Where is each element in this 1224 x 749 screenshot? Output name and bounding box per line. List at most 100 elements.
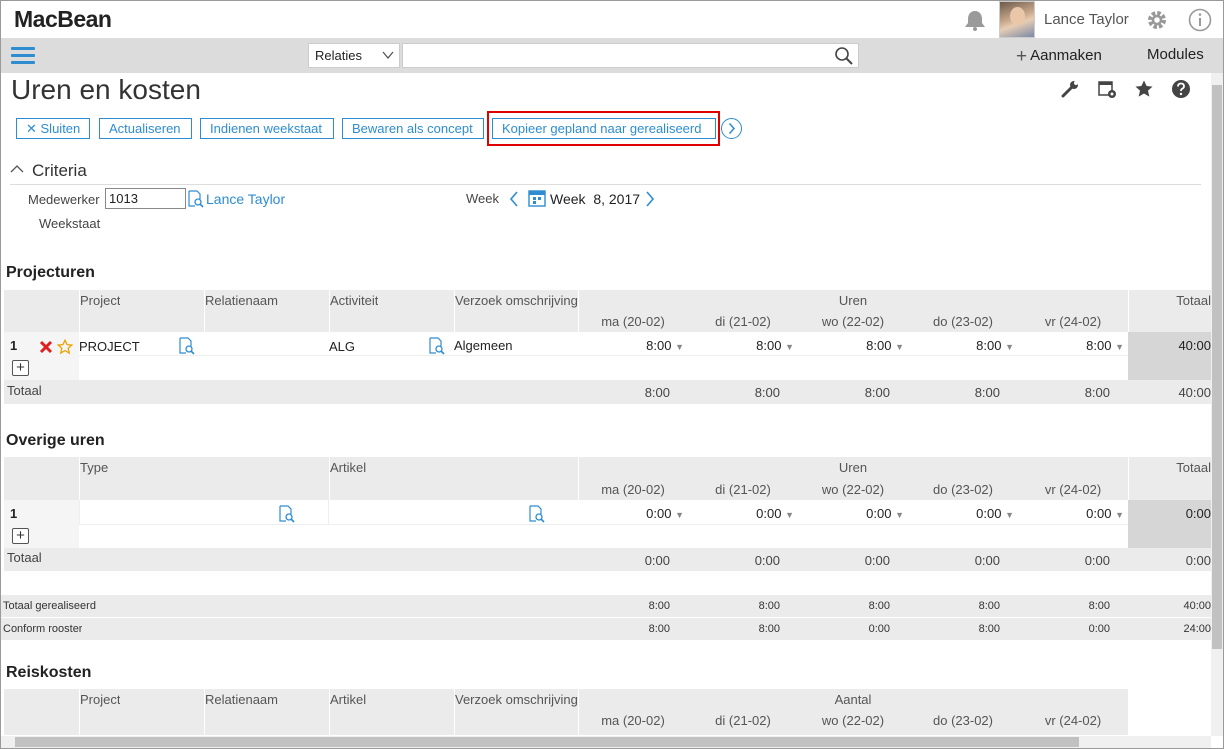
realized-day-5: 8:00 (1088, 600, 1110, 612)
search-scope-select[interactable]: Relaties (308, 43, 400, 68)
total-day-2: 8:00 (754, 385, 780, 400)
avatar[interactable] (999, 1, 1035, 38)
plus-icon: + (1016, 46, 1028, 67)
wrench-icon[interactable] (1060, 79, 1080, 99)
col-day-3: wo (22-02) (821, 713, 885, 728)
roster-day-5: 0:00 (1088, 623, 1110, 635)
scroll-thumb[interactable] (15, 737, 1079, 747)
search-input[interactable] (402, 43, 859, 68)
bell-icon[interactable] (963, 9, 987, 31)
hours-day-4[interactable]: 8:00 ▼ (908, 338, 1014, 353)
lookup-icon[interactable] (187, 190, 205, 208)
submit-weekstate-button[interactable]: Indienen weekstaat (200, 118, 334, 139)
hours-day-3[interactable]: 8:00 ▼ (798, 338, 904, 353)
lookup-icon[interactable] (528, 505, 546, 523)
save-draft-button[interactable]: Bewaren als concept (342, 118, 484, 139)
criteria-section-toggle[interactable]: Criteria (10, 161, 87, 181)
week-value: Week 8, 2017 (550, 191, 641, 207)
create-button[interactable]: + Aanmaken (1016, 46, 1102, 68)
lookup-icon[interactable] (278, 505, 296, 523)
add-row-button[interactable]: + (12, 528, 29, 544)
total-day-3: 0:00 (864, 553, 890, 568)
total-label: Totaal (7, 550, 42, 565)
col-day-1: ma (20-02) (601, 713, 665, 728)
weekstate-label: Weekstaat (39, 216, 101, 231)
criteria-title: Criteria (32, 161, 87, 180)
total-week: 0:00 (1185, 553, 1211, 568)
roster-label: Conform rooster (3, 623, 83, 635)
add-row-button[interactable]: + (12, 360, 29, 376)
chevron-left-icon[interactable] (507, 190, 521, 208)
col-relation: Relatienaam (205, 692, 278, 707)
hours-day-1[interactable]: 0:00 ▼ (578, 506, 684, 521)
roster-day-4: 8:00 (978, 623, 1000, 635)
col-relation: Relatienaam (205, 293, 278, 308)
chevron-right-icon (728, 122, 736, 135)
col-day-5: vr (24-02) (1044, 482, 1102, 497)
col-type: Type (80, 460, 109, 475)
close-button[interactable]: ✕ Sluiten (16, 118, 90, 139)
col-day-2: di (21-02) (715, 713, 771, 728)
scroll-thumb[interactable] (1212, 85, 1222, 649)
col-day-4: do (23-02) (933, 314, 993, 329)
app-logo[interactable]: MacBean (14, 6, 112, 33)
hours-day-4[interactable]: 0:00 ▼ (908, 506, 1014, 521)
divider (10, 184, 1201, 185)
menu-icon[interactable] (11, 47, 35, 65)
row-number: 1 (10, 506, 18, 521)
total-day-4: 0:00 (974, 553, 1000, 568)
help-icon[interactable] (1171, 79, 1191, 99)
realized-total: 40:00 (1183, 600, 1211, 612)
roster-total: 24:00 (1183, 623, 1211, 635)
col-amount: Aantal (834, 692, 872, 707)
col-article: Artikel (330, 460, 367, 475)
employee-label: Medewerker (28, 192, 100, 207)
user-name[interactable]: Lance Taylor (1044, 11, 1129, 28)
roster-day-1: 8:00 (648, 623, 670, 635)
horizontal-scrollbar[interactable] (1, 736, 1211, 748)
lookup-icon[interactable] (428, 337, 446, 355)
project-field[interactable]: PROJECT (79, 339, 140, 354)
realized-label: Totaal gerealiseerd (3, 600, 96, 612)
chevron-right-icon[interactable] (643, 190, 657, 208)
star-outline-icon[interactable] (57, 339, 73, 355)
gear-icon[interactable] (1145, 8, 1169, 32)
info-icon[interactable] (1188, 8, 1212, 32)
employee-name-link[interactable]: Lance Taylor (206, 191, 285, 207)
realized-day-2: 8:00 (758, 600, 780, 612)
refresh-button[interactable]: Actualiseren (99, 118, 192, 139)
delete-icon[interactable] (39, 340, 53, 354)
hours-day-5[interactable]: 8:00 ▼ (1018, 338, 1124, 353)
lookup-icon[interactable] (178, 337, 196, 355)
col-day-2: di (21-02) (715, 482, 771, 497)
modules-button[interactable]: Modules (1147, 46, 1204, 63)
search-icon[interactable] (834, 46, 854, 66)
col-total: Totaal (1176, 293, 1211, 308)
hours-day-2[interactable]: 0:00 ▼ (688, 506, 794, 521)
calendar-settings-icon[interactable] (1097, 79, 1117, 99)
total-day-2: 0:00 (754, 553, 780, 568)
row-total: 40:00 (1178, 338, 1211, 353)
highlight-box (487, 111, 720, 146)
col-activity: Activiteit (330, 293, 379, 308)
hours-day-5[interactable]: 0:00 ▼ (1018, 506, 1124, 521)
chevron-down-icon (382, 51, 394, 60)
activity-field[interactable]: ALG (329, 339, 355, 354)
page-title: Uren en kosten (11, 74, 201, 105)
more-buttons[interactable] (721, 118, 742, 139)
projecturen-title: Projecturen (6, 264, 95, 281)
hours-day-3[interactable]: 0:00 ▼ (798, 506, 904, 521)
employee-id-input[interactable]: 1013 (105, 188, 186, 209)
total-day-1: 8:00 (644, 385, 670, 400)
vertical-scrollbar[interactable] (1211, 73, 1223, 736)
request-field[interactable]: Algemeen (454, 338, 513, 353)
col-day-2: di (21-02) (715, 314, 771, 329)
row-total: 0:00 (1185, 506, 1211, 521)
calendar-icon[interactable] (527, 188, 547, 208)
star-icon[interactable] (1134, 79, 1154, 99)
total-week: 40:00 (1178, 385, 1211, 400)
hours-day-2[interactable]: 8:00 ▼ (688, 338, 794, 353)
roster-day-3: 0:00 (868, 623, 890, 635)
hours-day-1[interactable]: 8:00 ▼ (578, 338, 684, 353)
total-label: Totaal (7, 383, 42, 398)
